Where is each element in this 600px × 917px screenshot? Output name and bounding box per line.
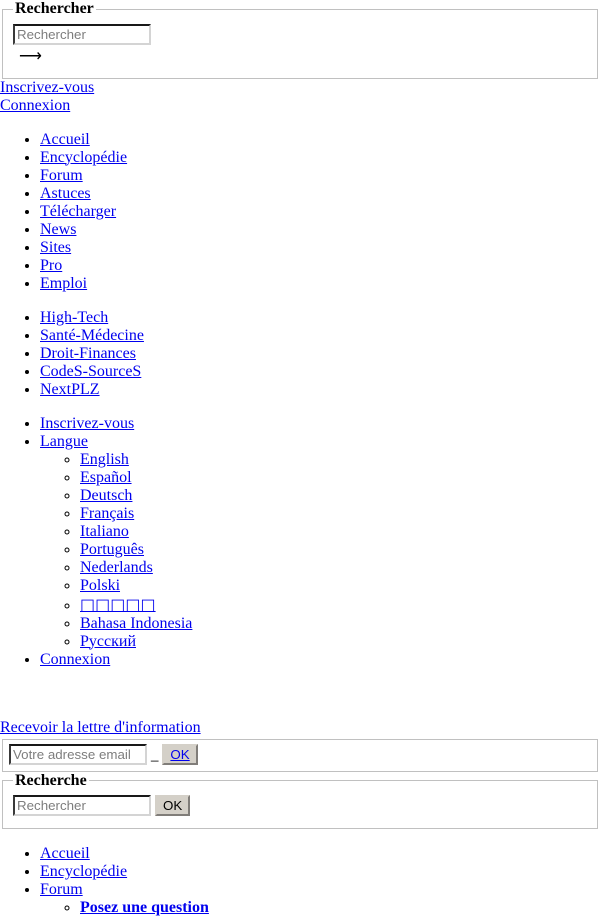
list-item: Italiano — [80, 523, 600, 541]
list-item: Français — [80, 505, 600, 523]
search-submit-arrow-icon[interactable]: ⟶ — [19, 48, 42, 65]
nav-item-news[interactable]: News — [40, 221, 76, 238]
language-option-espanol[interactable]: Español — [80, 469, 132, 486]
language-option-nederlands[interactable]: Nederlands — [80, 559, 153, 576]
bottom-search-input[interactable] — [13, 795, 151, 817]
language-option-polski[interactable]: Polski — [80, 577, 120, 594]
nav-item-nextplz[interactable]: NextPLZ — [40, 381, 100, 398]
language-option-english[interactable]: English — [80, 451, 129, 468]
list-item: Droit-Finances — [40, 345, 600, 363]
search-input[interactable] — [13, 23, 151, 45]
list-item: Encyclopédie — [40, 149, 600, 167]
top-search-fieldset: Rechercher ⟶ — [2, 0, 598, 79]
list-item: Astuces — [40, 185, 600, 203]
language-option-portugues[interactable]: Português — [80, 541, 144, 558]
nav-item-high-tech[interactable]: High-Tech — [40, 309, 108, 326]
register-link[interactable]: Inscrivez-vous — [0, 79, 600, 97]
list-item: Posez une question — [80, 899, 600, 917]
top-search-row — [13, 23, 587, 45]
list-item: English — [80, 451, 600, 469]
nav-item-accueil[interactable]: Accueil — [40, 131, 90, 148]
nav-item-droit-finances[interactable]: Droit-Finances — [40, 345, 136, 362]
footer-nav-item-forum[interactable]: Forum — [40, 881, 83, 898]
newsletter-separator: _ — [151, 746, 159, 762]
list-item: Inscrivez-vous — [40, 415, 600, 433]
language-menu-link[interactable]: Langue — [40, 433, 88, 450]
list-item: NextPLZ — [40, 381, 600, 399]
nav-item-emploi[interactable]: Emploi — [40, 275, 87, 292]
footer-nav-list: Accueil Encyclopédie Forum Posez une que… — [0, 845, 600, 917]
list-item: CodeS-SourceS — [40, 363, 600, 381]
user-register-link[interactable]: Inscrivez-vous — [40, 415, 134, 432]
login-link[interactable]: Connexion — [0, 97, 600, 115]
list-item: Connexion — [40, 651, 600, 669]
language-option-francais[interactable]: Français — [80, 505, 134, 522]
nav-item-astuces[interactable]: Astuces — [40, 185, 91, 202]
list-item: Polski — [80, 577, 600, 595]
language-option-russkiy[interactable]: Русский — [80, 633, 136, 650]
user-login-link[interactable]: Connexion — [40, 651, 110, 668]
layout-spacer — [0, 685, 600, 719]
nav-item-forum[interactable]: Forum — [40, 167, 83, 184]
language-list: English Español Deutsch Français Italian… — [40, 451, 600, 651]
list-item: Télécharger — [40, 203, 600, 221]
footer-forum-sublist: Posez une question — [40, 899, 600, 917]
language-option-bahasa-indonesia[interactable]: Bahasa Indonesia — [80, 615, 192, 632]
list-item: Português — [80, 541, 600, 559]
main-nav-list: Accueil Encyclopédie Forum Astuces Téléc… — [0, 131, 600, 293]
nav-item-sites[interactable]: Sites — [40, 239, 71, 256]
newsletter-submit-button[interactable]: OK — [162, 743, 198, 765]
list-item: □□□□□ — [80, 595, 600, 615]
list-item: Emploi — [40, 275, 600, 293]
list-item: Forum — [40, 167, 600, 185]
language-option-italiano[interactable]: Italiano — [80, 523, 129, 540]
bottom-search-legend: Recherche — [15, 771, 87, 789]
bottom-search-submit-button[interactable]: OK — [155, 795, 191, 817]
list-item: Encyclopédie — [40, 863, 600, 881]
list-item: Pro — [40, 257, 600, 275]
nav-item-codes-sources[interactable]: CodeS-SourceS — [40, 363, 141, 380]
list-item: High-Tech — [40, 309, 600, 327]
nav-item-encyclopedie[interactable]: Encyclopédie — [40, 149, 127, 166]
newsletter-title-link[interactable]: Recevoir la lettre d'information — [0, 719, 201, 736]
newsletter-email-input[interactable] — [9, 743, 147, 765]
newsletter-form: _ OK — [2, 738, 598, 772]
footer-nav-item-accueil[interactable]: Accueil — [40, 845, 90, 862]
footer-nav-item-encyclopedie[interactable]: Encyclopédie — [40, 863, 127, 880]
bottom-search-fieldset: Recherche OK — [2, 771, 598, 830]
language-option-chinese[interactable]: □□□□□ — [80, 595, 156, 614]
list-item: Русский — [80, 633, 600, 651]
newsletter-title: Recevoir la lettre d'information — [0, 719, 600, 737]
footer-ask-question-link[interactable]: Posez une question — [80, 899, 209, 916]
sites-nav-list: High-Tech Santé-Médecine Droit-Finances … — [0, 309, 600, 399]
list-item: Santé-Médecine — [40, 327, 600, 345]
nav-item-telecharger[interactable]: Télécharger — [40, 203, 116, 220]
footer-forum-item: Forum Posez une question — [40, 881, 600, 917]
list-item: Nederlands — [80, 559, 600, 577]
user-nav-list: Inscrivez-vous Langue English Español De… — [0, 415, 600, 669]
list-item: Accueil — [40, 845, 600, 863]
auth-links: Inscrivez-vous Connexion — [0, 79, 600, 115]
list-item: News — [40, 221, 600, 239]
language-menu-item: Langue English Español Deutsch Français … — [40, 433, 600, 651]
nav-item-sante-medecine[interactable]: Santé-Médecine — [40, 327, 144, 344]
list-item: Bahasa Indonesia — [80, 615, 600, 633]
list-item: Accueil — [40, 131, 600, 149]
newsletter-submit-label: OK — [170, 746, 190, 762]
language-option-deutsch[interactable]: Deutsch — [80, 487, 132, 504]
nav-item-pro[interactable]: Pro — [40, 257, 62, 274]
list-item: Español — [80, 469, 600, 487]
list-item: Deutsch — [80, 487, 600, 505]
top-search-legend: Rechercher — [15, 0, 94, 17]
list-item: Sites — [40, 239, 600, 257]
